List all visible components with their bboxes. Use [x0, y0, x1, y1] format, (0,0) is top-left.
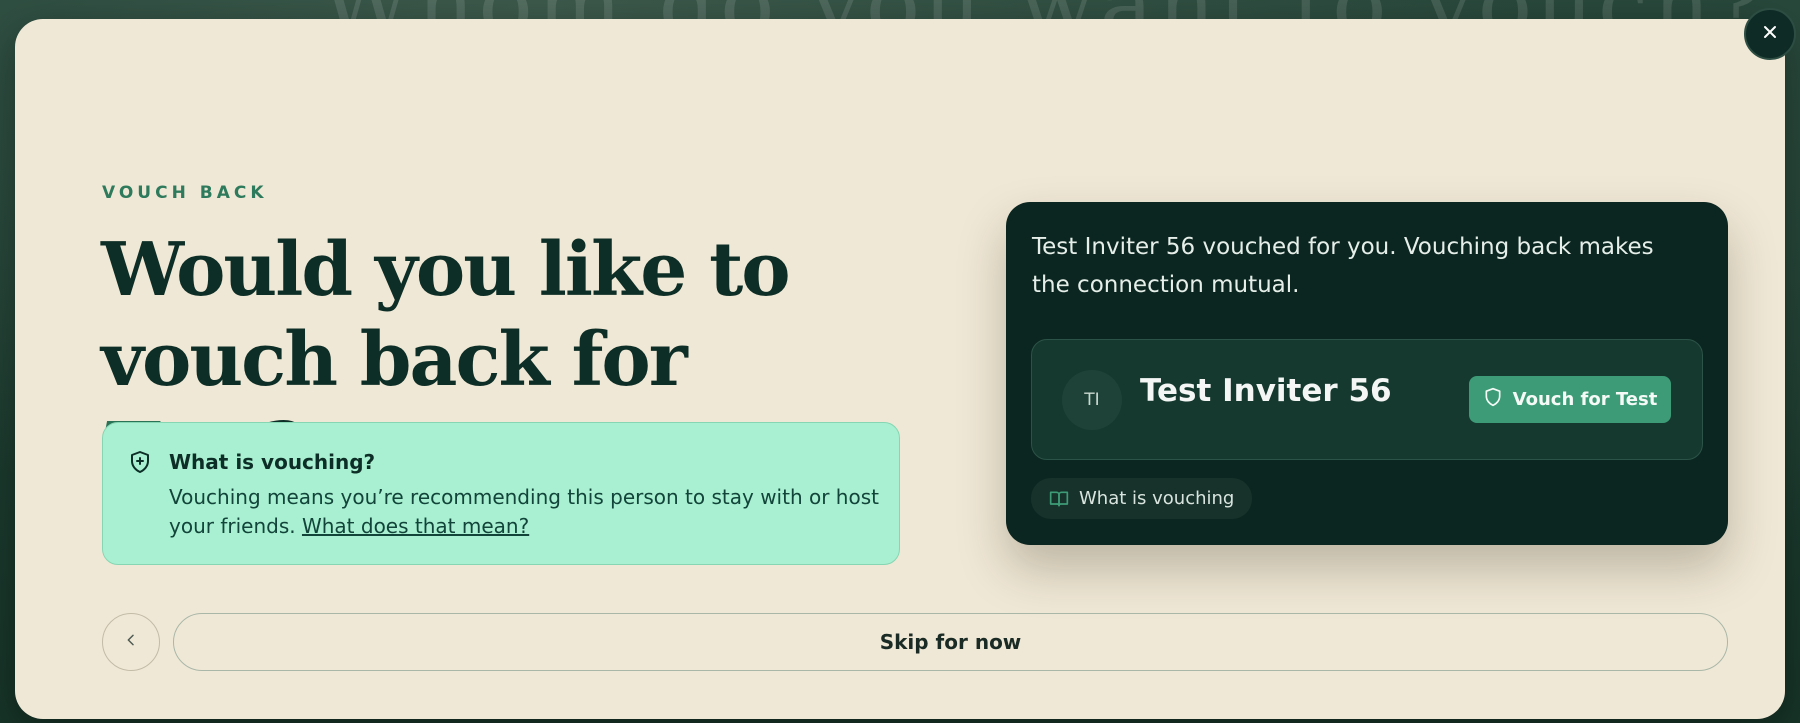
- inviter-card: Test Inviter 56 vouched for you. Vouchin…: [1006, 202, 1728, 545]
- inviter-name: Test Inviter 56: [1140, 373, 1392, 409]
- shield-icon: [1483, 387, 1503, 412]
- what-pill-label: What is vouching: [1079, 488, 1235, 509]
- chevron-left-icon: [123, 632, 139, 652]
- headline-line2: vouch back for: [101, 317, 688, 403]
- info-title: What is vouching?: [169, 450, 376, 474]
- inviter-row: TI Test Inviter 56 Vouch for Test: [1031, 339, 1703, 460]
- avatar: TI: [1062, 370, 1122, 430]
- vouch-back-modal: VOUCH BACK Would you like to vouch back …: [15, 19, 1785, 719]
- back-button[interactable]: [102, 613, 160, 671]
- what-is-vouching-button[interactable]: What is vouching: [1031, 478, 1253, 519]
- vouch-button-label: Vouch for Test: [1512, 389, 1658, 410]
- close-icon: [1760, 22, 1780, 46]
- vouching-info-box: What is vouching? Vouching means you’re …: [102, 422, 900, 565]
- skip-for-now-button[interactable]: Skip for now: [173, 613, 1728, 671]
- eyebrow-label: VOUCH BACK: [102, 183, 268, 203]
- info-body: Vouching means you’re recommending this …: [169, 483, 879, 541]
- close-button[interactable]: [1744, 8, 1796, 60]
- what-does-that-mean-link[interactable]: What does that mean?: [302, 514, 529, 538]
- book-open-icon: [1049, 489, 1069, 509]
- shield-plus-icon: [128, 450, 152, 474]
- headline-line1: Would you like to: [101, 227, 791, 313]
- card-description: Test Inviter 56 vouched for you. Vouchin…: [1032, 234, 1654, 298]
- vouch-for-button[interactable]: Vouch for Test: [1469, 376, 1671, 423]
